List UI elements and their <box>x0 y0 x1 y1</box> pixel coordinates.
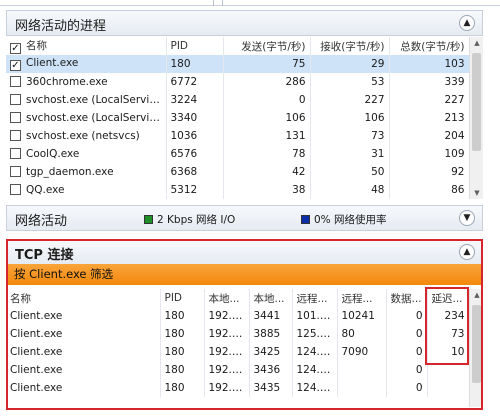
process-name-cell: QQ.exe <box>6 181 167 199</box>
process-total-cell: 103 <box>389 55 470 73</box>
process-checkbox[interactable] <box>10 148 21 159</box>
process-total-cell: 109 <box>389 145 470 163</box>
process-recv-cell: 48 <box>310 181 390 199</box>
column-header-recv[interactable]: 接收(字节/秒) <box>310 37 390 55</box>
processes-header-row: ✓ 名称 PID 发送(字节/秒) 接收(字节/秒) 总数(字节/秒) <box>6 37 470 55</box>
network-section-title: 网络活动 <box>15 214 68 229</box>
process-row[interactable]: QQ.exe 5312 38 48 86 <box>6 181 470 199</box>
collapse-chevron-up-icon[interactable]: ▲ <box>459 15 475 31</box>
processes-section-title: 网络活动的进程 <box>15 19 107 34</box>
tab-divider <box>222 0 223 6</box>
process-checkbox[interactable] <box>10 76 21 87</box>
process-recv-cell: 29 <box>310 55 390 73</box>
scrollbar-thumb[interactable] <box>472 53 481 151</box>
process-pid-cell: 180 <box>166 55 224 73</box>
network-usage-swatch <box>301 215 310 224</box>
process-row[interactable]: svchost.exe (netsvcs) 1036 131 73 204 <box>6 127 470 145</box>
select-all-checkbox[interactable]: ✓ <box>10 43 21 54</box>
process-recv-cell: 31 <box>310 145 390 163</box>
process-pid-cell: 1036 <box>166 127 224 145</box>
process-row[interactable]: svchost.exe (LocalServiceA... 3224 0 227 227 <box>6 91 470 109</box>
process-send-cell: 106 <box>223 109 311 127</box>
process-checkbox[interactable] <box>10 112 21 123</box>
tab-divider <box>213 0 214 6</box>
process-checkbox[interactable] <box>10 184 21 195</box>
process-name-cell: 360chrome.exe <box>6 73 167 91</box>
scroll-up-arrow-icon[interactable]: ▲ <box>470 37 484 49</box>
process-name-cell: svchost.exe (netsvcs) <box>6 127 167 145</box>
process-total-cell: 339 <box>389 73 470 91</box>
network-io-legend: 2 Kbps 网络 I/O <box>144 212 235 227</box>
process-pid-cell: 3340 <box>166 109 224 127</box>
process-row[interactable]: ✓ Client.exe 180 75 29 103 <box>6 55 470 73</box>
process-pid-cell: 3224 <box>166 91 224 109</box>
process-send-cell: 78 <box>223 145 311 163</box>
process-checkbox[interactable]: ✓ <box>10 60 21 71</box>
processes-section-header[interactable]: 网络活动的进程 ▲ <box>6 10 483 36</box>
column-header-send[interactable]: 发送(字节/秒) <box>223 37 311 55</box>
process-name-cell: svchost.exe (LocalServiceA... <box>6 91 167 109</box>
process-pid-cell: 6368 <box>166 163 224 181</box>
column-header-total[interactable]: 总数(字节/秒) <box>389 37 470 55</box>
process-checkbox[interactable] <box>10 166 21 177</box>
process-recv-cell: 106 <box>310 109 390 127</box>
network-io-swatch <box>144 215 153 224</box>
process-recv-cell: 227 <box>310 91 390 109</box>
process-row[interactable]: CoolQ.exe 6576 78 31 109 <box>6 145 470 163</box>
process-send-cell: 42 <box>223 163 311 181</box>
tcp-section-highlight-box <box>6 239 483 410</box>
process-name-cell: svchost.exe (LocalServiceP... <box>6 109 167 127</box>
top-tab-strip <box>0 0 500 6</box>
process-name-cell: tgp_daemon.exe <box>6 163 167 181</box>
process-pid-cell: 6772 <box>166 73 224 91</box>
scroll-down-arrow-icon[interactable]: ▼ <box>470 187 484 199</box>
expand-chevron-down-icon[interactable]: ▼ <box>459 210 475 226</box>
process-total-cell: 204 <box>389 127 470 145</box>
process-row[interactable]: tgp_daemon.exe 6368 42 50 92 <box>6 163 470 181</box>
process-send-cell: 0 <box>223 91 311 109</box>
process-total-cell: 92 <box>389 163 470 181</box>
process-name-cell: ✓ Client.exe <box>6 55 167 73</box>
process-checkbox[interactable] <box>10 130 21 141</box>
process-row[interactable]: 360chrome.exe 6772 286 53 339 <box>6 73 470 91</box>
process-name-cell: CoolQ.exe <box>6 145 167 163</box>
column-header-name[interactable]: ✓ 名称 <box>6 37 167 55</box>
process-send-cell: 75 <box>223 55 311 73</box>
process-send-cell: 286 <box>223 73 311 91</box>
process-total-cell: 86 <box>389 181 470 199</box>
process-send-cell: 38 <box>223 181 311 199</box>
process-recv-cell: 50 <box>310 163 390 181</box>
process-pid-cell: 6576 <box>166 145 224 163</box>
processes-table: ✓ 名称 PID 发送(字节/秒) 接收(字节/秒) 总数(字节/秒) ✓ Clie… <box>6 37 470 199</box>
network-section-header[interactable]: 网络活动 ▼ <box>6 205 483 231</box>
process-row[interactable]: svchost.exe (LocalServiceP... 3340 106 106 2… <box>6 109 470 127</box>
process-total-cell: 213 <box>389 109 470 127</box>
latency-column-highlight-box <box>425 287 469 365</box>
process-recv-cell: 53 <box>310 73 390 91</box>
process-total-cell: 227 <box>389 91 470 109</box>
network-usage-legend: 0% 网络使用率 <box>301 212 387 227</box>
column-header-pid[interactable]: PID <box>166 37 224 55</box>
processes-scrollbar[interactable]: ▲ ▼ <box>469 37 483 199</box>
process-checkbox[interactable] <box>10 94 21 105</box>
process-pid-cell: 5312 <box>166 181 224 199</box>
process-send-cell: 131 <box>223 127 311 145</box>
process-recv-cell: 73 <box>310 127 390 145</box>
